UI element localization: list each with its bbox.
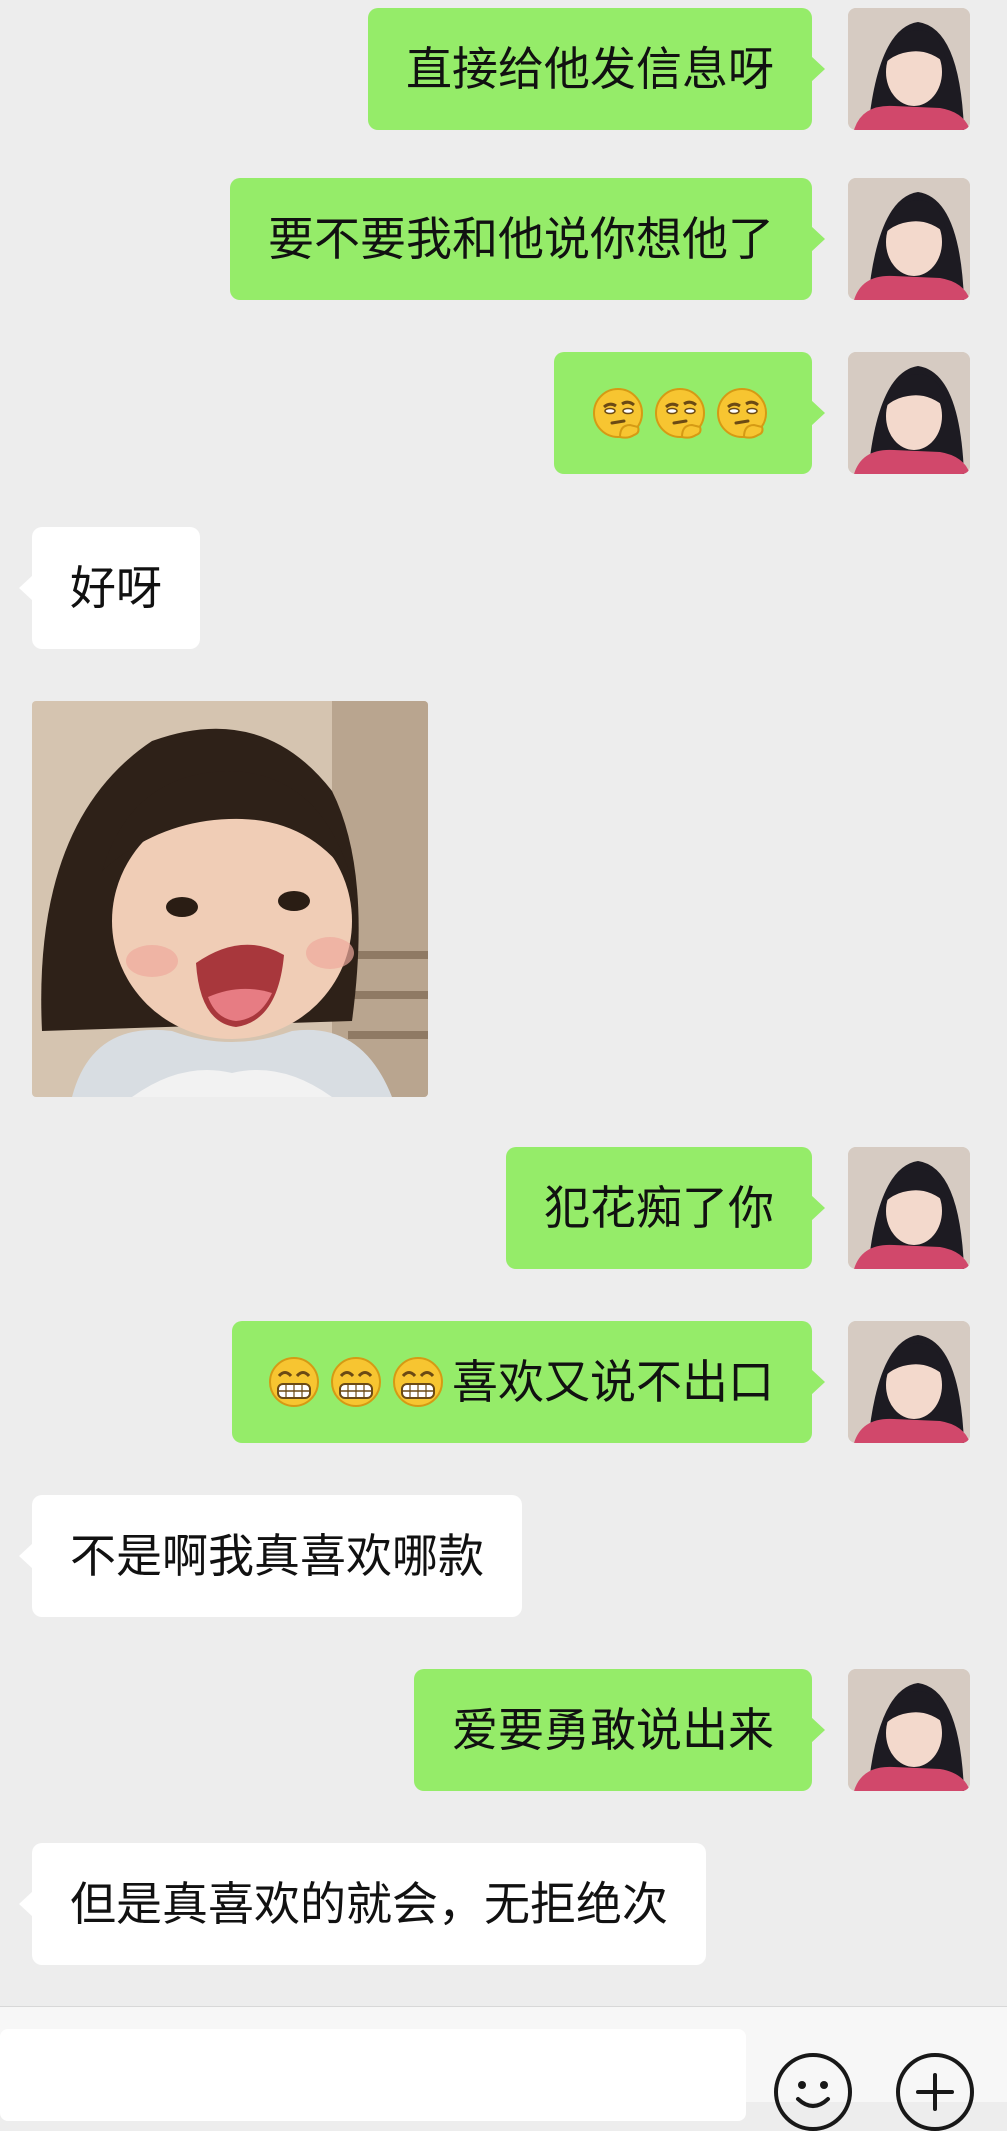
message-bubble-incoming[interactable]: 不是啊我真喜欢哪款 <box>19 1495 522 1617</box>
smiley-face-icon <box>796 2081 830 2108</box>
message-bubble-outgoing[interactable] <box>554 352 825 474</box>
chat-message-list: 直接给他发信息呀 要不要我和他说你想他了 好呀 犯花痴了你 喜欢又说不出口 不是… <box>0 0 1007 2006</box>
message-bubble-outgoing[interactable]: 犯花痴了你 <box>506 1147 825 1269</box>
self-avatar[interactable] <box>848 1669 970 1791</box>
message-text: 犯花痴了你 <box>544 1181 774 1235</box>
message-text: 喜欢又说不出口 <box>452 1355 774 1409</box>
message-bubble-incoming[interactable]: 好呀 <box>19 527 200 649</box>
message-text: 要不要我和他说你想他了 <box>268 212 774 266</box>
avatar-image <box>848 1669 970 1791</box>
emoji-button[interactable] <box>774 2053 852 2131</box>
laughing-girl-sticker[interactable] <box>32 701 428 1097</box>
message-bubble-outgoing[interactable]: 直接给他发信息呀 <box>368 8 825 130</box>
grinning-face-emoji <box>266 1354 322 1410</box>
message-text: 直接给他发信息呀 <box>406 42 774 96</box>
thinking-face-emoji <box>652 385 708 441</box>
thinking-face-emoji <box>590 385 646 441</box>
plus-circle-icon <box>916 2073 954 2111</box>
avatar-image <box>848 352 970 474</box>
self-avatar[interactable] <box>848 352 970 474</box>
message-text: 爱要勇敢说出来 <box>452 1703 774 1757</box>
more-button[interactable] <box>896 2053 974 2131</box>
thinking-face-emoji <box>714 385 770 441</box>
self-avatar[interactable] <box>848 8 970 130</box>
avatar-image <box>848 1321 970 1443</box>
message-bubble-outgoing[interactable]: 爱要勇敢说出来 <box>414 1669 825 1791</box>
message-text: 但是真喜欢的就会，无拒绝次 <box>70 1877 668 1931</box>
message-bubble-incoming[interactable]: 但是真喜欢的就会，无拒绝次 <box>19 1843 706 1965</box>
grinning-face-emoji <box>328 1354 384 1410</box>
message-bubble-outgoing[interactable]: 喜欢又说不出口 <box>232 1321 825 1443</box>
avatar-image <box>848 1147 970 1269</box>
message-text: 不是啊我真喜欢哪款 <box>70 1529 484 1583</box>
self-avatar[interactable] <box>848 1321 970 1443</box>
grinning-face-emoji <box>390 1354 446 1410</box>
chat-input-bar <box>0 2006 1007 2131</box>
self-avatar[interactable] <box>848 1147 970 1269</box>
message-bubble-outgoing[interactable]: 要不要我和他说你想他了 <box>230 178 825 300</box>
message-text: 好呀 <box>70 561 162 615</box>
avatar-image <box>848 8 970 130</box>
sticker-image <box>32 701 428 1097</box>
avatar-image <box>848 178 970 300</box>
self-avatar[interactable] <box>848 178 970 300</box>
message-input[interactable] <box>0 2029 746 2121</box>
